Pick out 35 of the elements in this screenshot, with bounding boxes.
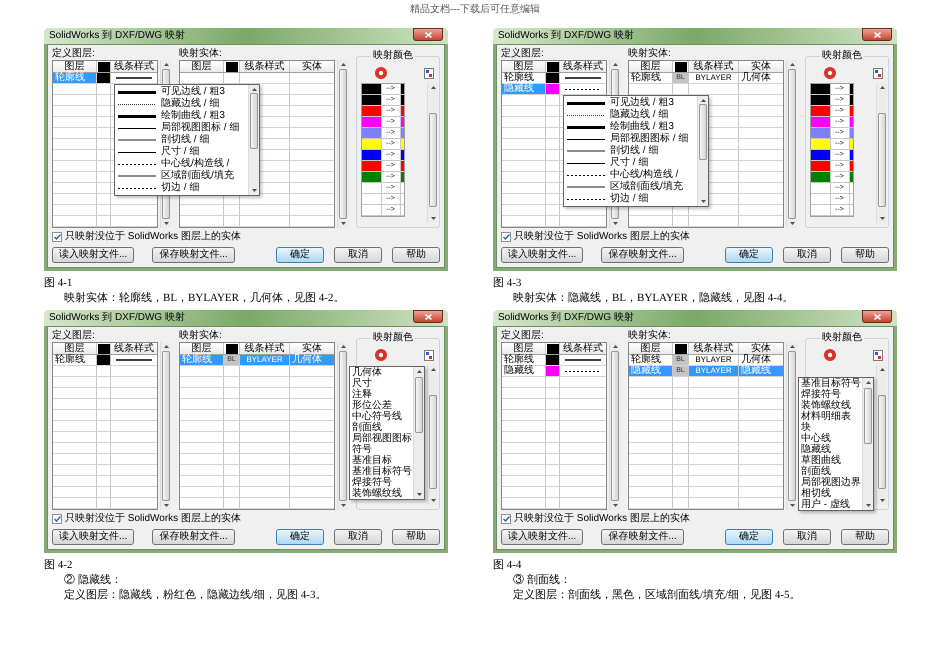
group-title: 映射颜色 [371, 332, 415, 344]
paragraph: ③ 剖面线： [513, 573, 571, 588]
section-label: 映射实体: [179, 330, 222, 342]
table-cell: BYLAYER [689, 355, 739, 365]
figure-caption: 图 4-3 [493, 276, 522, 291]
window-title: SolidWorks 到 DXF/DWG 映射 [498, 312, 634, 324]
section-label: 映射实体: [628, 48, 671, 60]
section-label: 定义图层: [501, 48, 544, 60]
paragraph: 定义图层：隐藏线，粉红色，隐藏边线/细，见图 4-3。 [64, 588, 326, 603]
paragraph: 定义图层：剖面线，黑色，区域剖面线/填充/细，见图 4-5。 [513, 588, 801, 603]
paragraph: ② 隐藏线： [64, 573, 122, 588]
window-title: SolidWorks 到 DXF/DWG 映射 [49, 30, 185, 42]
table-cell-text: 几何体 [740, 355, 772, 365]
section-label: 定义图层: [52, 48, 95, 60]
page-header: 精品文档---下载后可任意编辑 [410, 4, 540, 16]
figure-caption: 图 4-4 [493, 558, 522, 573]
figure-caption: 图 4-1 [44, 276, 72, 291]
paragraph: 映射实体：隐藏线，BL，BYLAYER，隐藏线，见图 4-4。 [513, 291, 794, 306]
group-title: 映射颜色 [371, 50, 415, 62]
table-cell: BYLAYER [240, 355, 290, 365]
window-title: SolidWorks 到 DXF/DWG 映射 [49, 312, 185, 324]
section-label: 映射实体: [628, 330, 671, 342]
table-cell: BYLAYER [689, 366, 739, 376]
window-title: SolidWorks 到 DXF/DWG 映射 [498, 30, 634, 42]
section-label: 映射实体: [179, 48, 222, 60]
section-label: 定义图层: [501, 330, 544, 342]
table-cell-text: 几何体 [291, 355, 323, 365]
table-cell: BYLAYER [689, 73, 739, 83]
paragraph: 映射实体：轮廓线，BL，BYLAYER，几何体，见图 4-2。 [64, 291, 344, 306]
group-title: 映射颜色 [820, 50, 864, 62]
group-title: 映射颜色 [820, 332, 864, 344]
figure-caption: 图 4-2 [44, 558, 72, 573]
table-cell-text: 隐藏线 [740, 366, 772, 376]
section-label: 定义图层: [52, 330, 95, 342]
table-cell-text: 几何体 [740, 73, 772, 83]
